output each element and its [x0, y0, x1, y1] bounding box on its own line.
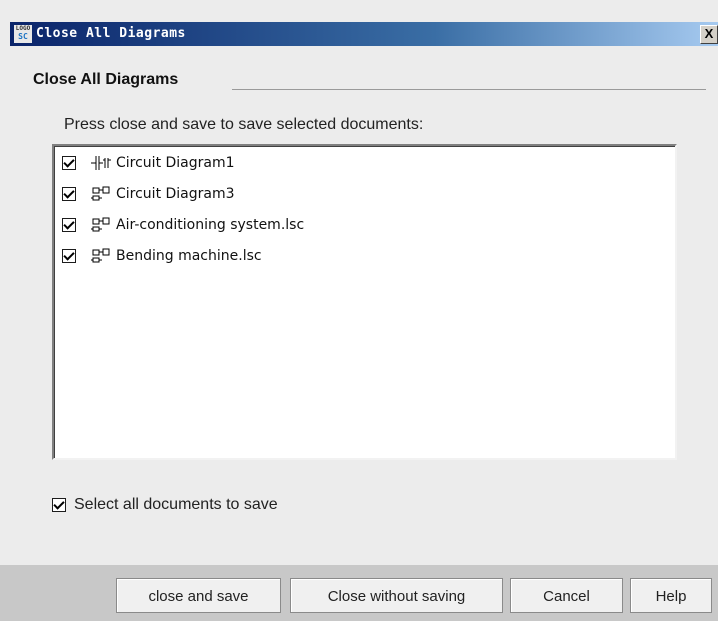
document-checkbox[interactable] — [62, 218, 76, 232]
section-divider — [232, 89, 706, 90]
help-button[interactable]: Help — [630, 578, 712, 613]
document-name: Bending machine.lsc — [116, 248, 262, 264]
function-block-diagram-icon — [91, 248, 110, 263]
document-name: Circuit Diagram1 — [116, 155, 235, 171]
list-item[interactable]: Bending machine.lsc — [62, 245, 262, 267]
logo-soft-comfort-icon: LOGO SC — [14, 25, 32, 43]
list-item[interactable]: Circuit Diagram3 — [62, 183, 235, 205]
select-all-checkbox[interactable] — [52, 498, 66, 512]
function-block-diagram-icon — [91, 186, 110, 201]
document-checkbox[interactable] — [62, 156, 76, 170]
list-item[interactable]: Circuit Diagram1 — [62, 152, 235, 174]
document-name: Circuit Diagram3 — [116, 186, 235, 202]
select-all-row[interactable]: Select all documents to save — [52, 496, 278, 514]
title-bar[interactable]: LOGO SC Close All Diagrams X — [10, 22, 718, 46]
document-checkbox[interactable] — [62, 249, 76, 263]
close-all-diagrams-dialog: LOGO SC Close All Diagrams X Close All D… — [0, 0, 718, 621]
close-icon: X — [704, 26, 714, 41]
list-item[interactable]: Air-conditioning system.lsc — [62, 214, 304, 236]
circuit-diagram-icon — [91, 156, 111, 170]
function-block-diagram-icon — [91, 217, 110, 232]
close-window-button[interactable]: X — [700, 25, 718, 44]
document-name: Air-conditioning system.lsc — [116, 217, 305, 233]
document-checkbox[interactable] — [62, 187, 76, 201]
document-list[interactable]: Circuit Diagram1 Circuit Diagram3 Air-co… — [52, 144, 677, 460]
select-all-label: Select all documents to save — [74, 496, 278, 513]
instruction-text: Press close and save to save selected do… — [64, 116, 424, 133]
window-title: Close All Diagrams — [36, 26, 186, 41]
close-and-save-button[interactable]: close and save — [116, 578, 281, 613]
close-without-saving-button[interactable]: Close without saving — [290, 578, 503, 613]
cancel-button[interactable]: Cancel — [510, 578, 623, 613]
section-title: Close All Diagrams — [33, 71, 179, 88]
